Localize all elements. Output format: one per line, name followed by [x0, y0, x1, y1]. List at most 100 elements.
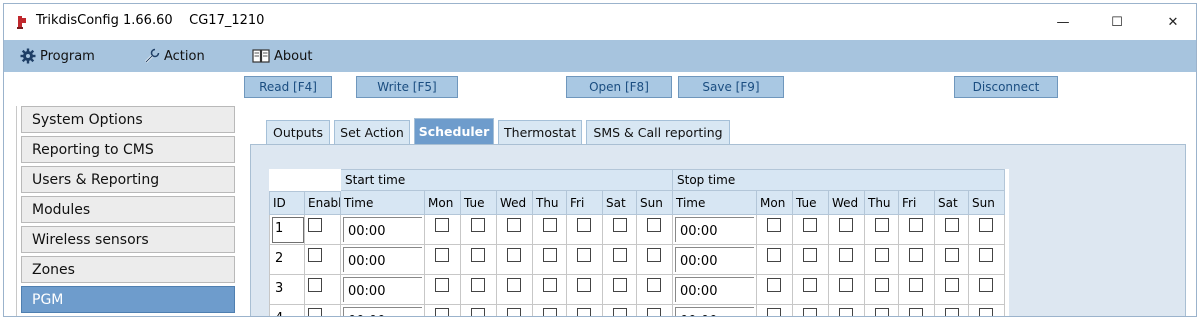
tab-scheduler[interactable]: Scheduler	[414, 118, 494, 144]
write-button[interactable]: Write [F5]	[356, 76, 458, 98]
save-button[interactable]: Save [F9]	[678, 76, 784, 98]
start-mon-checkbox[interactable]	[435, 278, 449, 292]
start-sun-checkbox[interactable]	[647, 278, 661, 292]
stop-mon-checkbox[interactable]	[767, 248, 781, 262]
maximize-button[interactable]: ☐	[1094, 4, 1140, 40]
sidebar-item-modules[interactable]: Modules	[21, 196, 235, 223]
tab-thermostat[interactable]: Thermostat	[498, 120, 582, 144]
open-button[interactable]: Open [F8]	[566, 76, 672, 98]
stop-thu-cell	[865, 305, 899, 316]
stop-time-input[interactable]: 00:00	[675, 217, 754, 242]
tab-set-action[interactable]: Set Action	[334, 120, 410, 144]
sidebar-item-pgm[interactable]: PGM	[21, 286, 235, 313]
stop-sat-checkbox[interactable]	[945, 248, 959, 262]
tab-sms-call-reporting[interactable]: SMS & Call reporting	[586, 120, 730, 144]
sidebar-item-zones[interactable]: Zones	[21, 256, 235, 283]
sidebar-item-users-reporting[interactable]: Users & Reporting	[21, 166, 235, 193]
start-time-input[interactable]: 00:00	[343, 217, 422, 242]
start-time-input[interactable]: 00:00	[343, 277, 422, 302]
read-button[interactable]: Read [F4]	[244, 76, 332, 98]
stop-time-input[interactable]: 00:00	[675, 277, 754, 302]
maximize-icon: ☐	[1111, 14, 1123, 30]
start-mon-checkbox[interactable]	[435, 218, 449, 232]
stop-wed-checkbox[interactable]	[839, 308, 853, 316]
enable-checkbox[interactable]	[308, 248, 322, 262]
start-thu-checkbox[interactable]	[543, 218, 557, 232]
stop-tue-checkbox[interactable]	[803, 248, 817, 262]
stop-mon-checkbox[interactable]	[767, 278, 781, 292]
close-button[interactable]: ✕	[1150, 4, 1196, 40]
start-fri-cell	[567, 275, 603, 305]
start-mon-checkbox[interactable]	[435, 308, 449, 316]
start-sat-checkbox[interactable]	[613, 218, 627, 232]
stop-wed-checkbox[interactable]	[839, 248, 853, 262]
stop-thu-checkbox[interactable]	[875, 248, 889, 262]
stop-mon-checkbox[interactable]	[767, 308, 781, 316]
start-sun-checkbox[interactable]	[647, 248, 661, 262]
start-fri-checkbox[interactable]	[577, 278, 591, 292]
sidebar-item-system-options[interactable]: System Options	[21, 106, 235, 133]
enable-checkbox[interactable]	[308, 278, 322, 292]
start-tue-checkbox[interactable]	[471, 218, 485, 232]
stop-fri-checkbox[interactable]	[909, 218, 923, 232]
menu-about[interactable]: About	[252, 40, 312, 72]
stop-time-input[interactable]: 00:00	[675, 247, 754, 272]
start-mon-checkbox[interactable]	[435, 248, 449, 262]
menu-program[interactable]: Program	[20, 40, 95, 72]
menu-action[interactable]: Action	[144, 40, 205, 72]
start-sun-checkbox[interactable]	[647, 308, 661, 316]
enable-checkbox[interactable]	[308, 218, 322, 232]
stop-sat-checkbox[interactable]	[945, 308, 959, 316]
stop-tue-checkbox[interactable]	[803, 218, 817, 232]
start-thu-checkbox[interactable]	[543, 308, 557, 316]
stop-wed-checkbox[interactable]	[839, 278, 853, 292]
start-time-input[interactable]: 00:00	[343, 247, 422, 272]
start-fri-checkbox[interactable]	[577, 218, 591, 232]
stop-tue-checkbox[interactable]	[803, 278, 817, 292]
stop-wed-checkbox[interactable]	[839, 218, 853, 232]
stop-thu-checkbox[interactable]	[875, 278, 889, 292]
stop-fri-checkbox[interactable]	[909, 278, 923, 292]
stop-tue-checkbox[interactable]	[803, 308, 817, 316]
start-sat-checkbox[interactable]	[613, 248, 627, 262]
stop-mon-checkbox[interactable]	[767, 218, 781, 232]
start-wed-checkbox[interactable]	[507, 308, 521, 316]
col-header-stop-fri: Fri	[899, 191, 935, 215]
col-header-start-time: Time	[341, 191, 425, 215]
start-thu-checkbox[interactable]	[543, 278, 557, 292]
stop-sat-checkbox[interactable]	[945, 278, 959, 292]
start-thu-checkbox[interactable]	[543, 248, 557, 262]
start-wed-checkbox[interactable]	[507, 218, 521, 232]
stop-time-input[interactable]: 00:00	[675, 307, 754, 316]
minimize-button[interactable]: —	[1040, 4, 1086, 40]
stop-sun-checkbox[interactable]	[979, 308, 993, 316]
stop-thu-checkbox[interactable]	[875, 308, 889, 316]
enable-checkbox[interactable]	[308, 308, 322, 316]
start-sat-checkbox[interactable]	[613, 308, 627, 316]
disconnect-button[interactable]: Disconnect	[954, 76, 1058, 98]
sidebar-item-reporting-to-cms[interactable]: Reporting to CMS	[21, 136, 235, 163]
sidebar-item-wireless-sensors[interactable]: Wireless sensors	[21, 226, 235, 253]
stop-sat-cell	[935, 305, 969, 316]
start-tue-checkbox[interactable]	[471, 278, 485, 292]
start-tue-cell	[461, 275, 497, 305]
start-tue-checkbox[interactable]	[471, 248, 485, 262]
start-fri-checkbox[interactable]	[577, 308, 591, 316]
start-wed-checkbox[interactable]	[507, 248, 521, 262]
stop-sun-checkbox[interactable]	[979, 278, 993, 292]
stop-thu-checkbox[interactable]	[875, 218, 889, 232]
stop-sun-checkbox[interactable]	[979, 248, 993, 262]
stop-sun-checkbox[interactable]	[979, 218, 993, 232]
tab-outputs[interactable]: Outputs	[266, 120, 330, 144]
stop-fri-checkbox[interactable]	[909, 248, 923, 262]
col-header-start-sun: Sun	[637, 191, 673, 215]
stop-sat-checkbox[interactable]	[945, 218, 959, 232]
start-time-input[interactable]: 00:00	[343, 307, 422, 316]
stop-wed-cell	[829, 245, 865, 275]
start-sat-checkbox[interactable]	[613, 278, 627, 292]
stop-fri-checkbox[interactable]	[909, 308, 923, 316]
start-wed-checkbox[interactable]	[507, 278, 521, 292]
start-fri-checkbox[interactable]	[577, 248, 591, 262]
start-sun-checkbox[interactable]	[647, 218, 661, 232]
start-tue-checkbox[interactable]	[471, 308, 485, 316]
